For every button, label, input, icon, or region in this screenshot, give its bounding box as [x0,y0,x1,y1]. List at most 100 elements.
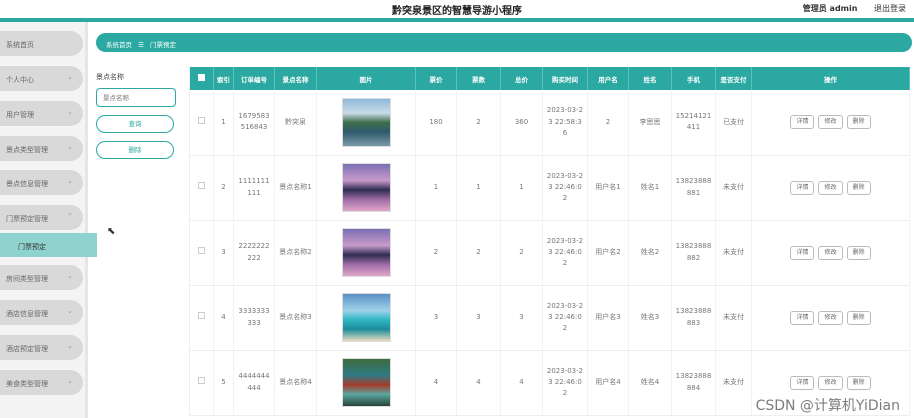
batch-delete-button[interactable]: 删除 [96,141,174,159]
row-checkbox-cell [189,220,214,286]
breadcrumb: 系统首页 ☰ 门票预定 [96,33,912,52]
cell-order: 3333333333 [233,285,275,351]
row-checkbox[interactable] [198,311,205,319]
cell-total: 4 [500,350,543,416]
sidebar-item[interactable]: 房间类型管理 ⌄ [0,265,83,290]
edit-button[interactable]: 修改 [818,375,843,390]
sidebar-subitem-ticket-booking[interactable]: 门票预定 [0,233,97,257]
cell-price: 4 [415,350,457,416]
edit-button[interactable]: 修改 [818,180,843,195]
sidebar-item-label: 用户管理 [6,111,34,119]
cell-paid: 未支付 [715,220,752,286]
column-header: 手机 [671,67,716,90]
cell-phone: 13823888882 [671,220,716,286]
sidebar-item[interactable]: 酒店信息管理 ⌄ [0,300,83,325]
cell-username: 用户名4 [587,350,629,416]
actions-cell: 详情 修改 删除 [751,90,910,156]
column-header: 图片 [316,67,416,90]
spot-thumbnail [341,358,391,407]
chevron-down-icon: ⌄ [67,342,73,350]
sidebar-item[interactable]: 系统首页 [0,31,83,56]
cell-username: 用户名1 [587,155,629,221]
sidebar-item[interactable]: 美食类型管理 ⌄ [0,370,83,395]
delete-button[interactable]: 删除 [846,180,871,195]
sidebar-item-label: 门票预定管理 [6,215,48,223]
cell-price: 180 [415,90,457,156]
delete-button[interactable]: 删除 [846,115,871,130]
sidebar-item[interactable]: 个人中心 ⌄ [0,66,83,91]
ticket-table: 索引 订单编号 景点名称 图片 票价 票数 总价 购买时间 用户名 姓名 手机 是否支付 操作 1 167… [189,67,910,416]
sidebar-item[interactable]: 酒店预定管理 ⌄ [0,335,83,360]
cell-paid: 未支付 [715,285,752,351]
table-row: 4 3333333333 景点名称3 3 3 3 2023-03-23 22:46:02 用户… [189,285,910,351]
cell-time: 2023-03-23 22:46:02 [542,350,588,416]
checkbox-icon[interactable] [198,74,205,81]
delete-button[interactable]: 删除 [846,245,871,260]
detail-button[interactable]: 详情 [790,180,815,195]
row-checkbox[interactable] [198,246,205,254]
cell-index: 4 [213,285,234,351]
cell-total: 2 [500,220,543,286]
admin-label: 管理员 admin [802,4,858,13]
delete-button[interactable]: 删除 [846,375,871,390]
column-header: 姓名 [628,67,672,90]
row-checkbox[interactable] [198,376,205,384]
column-header: 操作 [751,67,910,90]
table-header-row: 索引 订单编号 景点名称 图片 票价 票数 总价 购买时间 用户名 姓名 手机 是否支付 操作 [189,67,910,90]
detail-button[interactable]: 详情 [790,310,815,325]
select-all-checkbox[interactable] [189,67,214,90]
cell-spot: 黔突泉 [274,90,317,156]
logout-link[interactable]: 退出登录 [874,4,906,13]
search-panel: 景点名称 查询 删除 [92,62,188,159]
detail-button[interactable]: 详情 [790,115,815,130]
sidebar-item-label: 系统首页 [6,41,34,49]
search-label: 景点名称 [96,73,124,81]
cell-paid: 未支付 [715,350,752,416]
image-cell [316,155,416,221]
breadcrumb-separator-icon: ☰ [138,41,144,49]
chevron-down-icon: ⌄ [67,143,73,151]
row-checkbox[interactable] [198,116,205,124]
detail-button[interactable]: 详情 [790,245,815,260]
chevron-down-icon: ⌄ [67,177,73,185]
sidebar-item[interactable]: 景点类型管理 ⌄ [0,136,83,161]
watermark: CSDN @计算机YiDian [755,398,900,414]
sidebar-item-label: 景点信息管理 [6,180,48,188]
cell-index: 5 [213,350,234,416]
delete-button[interactable]: 删除 [846,310,871,325]
actions-cell: 详情 修改 删除 [751,220,910,286]
edit-button[interactable]: 修改 [818,245,843,260]
cell-order: 2222222222 [233,220,275,286]
cell-name: 姓名1 [628,155,672,221]
column-header: 票价 [415,67,457,90]
sidebar-item-label: 个人中心 [6,76,34,84]
detail-button[interactable]: 详情 [790,375,815,390]
edit-button[interactable]: 修改 [818,115,843,130]
cell-total: 1 [500,155,543,221]
column-header: 总价 [500,67,543,90]
column-header: 索引 [213,67,234,90]
image-cell [316,220,416,286]
cell-index: 2 [213,155,234,221]
sidebar-item-label: 房间类型管理 [6,275,48,283]
image-cell [316,285,416,351]
spot-name-input[interactable] [96,88,176,107]
column-header: 票数 [456,67,501,90]
cell-phone: 13823888884 [671,350,716,416]
query-button[interactable]: 查询 [96,115,174,133]
sidebar-item-label: 酒店预定管理 [6,345,48,353]
sidebar-item[interactable]: 用户管理 ⌄ [0,101,83,126]
cell-time: 2023-03-23 22:46:02 [542,285,588,351]
cell-spot: 景点名称4 [274,350,317,416]
cell-name: 姓名4 [628,350,672,416]
cell-count: 3 [456,285,501,351]
sidebar-item[interactable]: 景点信息管理 ⌄ [0,170,83,195]
sidebar-item[interactable]: 门票预定管理 ⌃ [0,205,83,230]
cell-index: 3 [213,220,234,286]
cell-index: 1 [213,90,234,156]
sidebar: 系统首页 个人中心 ⌄ 用户管理 ⌄ 景点类型管理 ⌄ 景点信息管理 ⌄ 门票预定管理 ⌃ 房间类型管… [0,22,97,418]
breadcrumb-home[interactable]: 系统首页 [106,41,132,49]
edit-button[interactable]: 修改 [818,310,843,325]
row-checkbox-cell [189,155,214,221]
row-checkbox[interactable] [198,181,205,189]
